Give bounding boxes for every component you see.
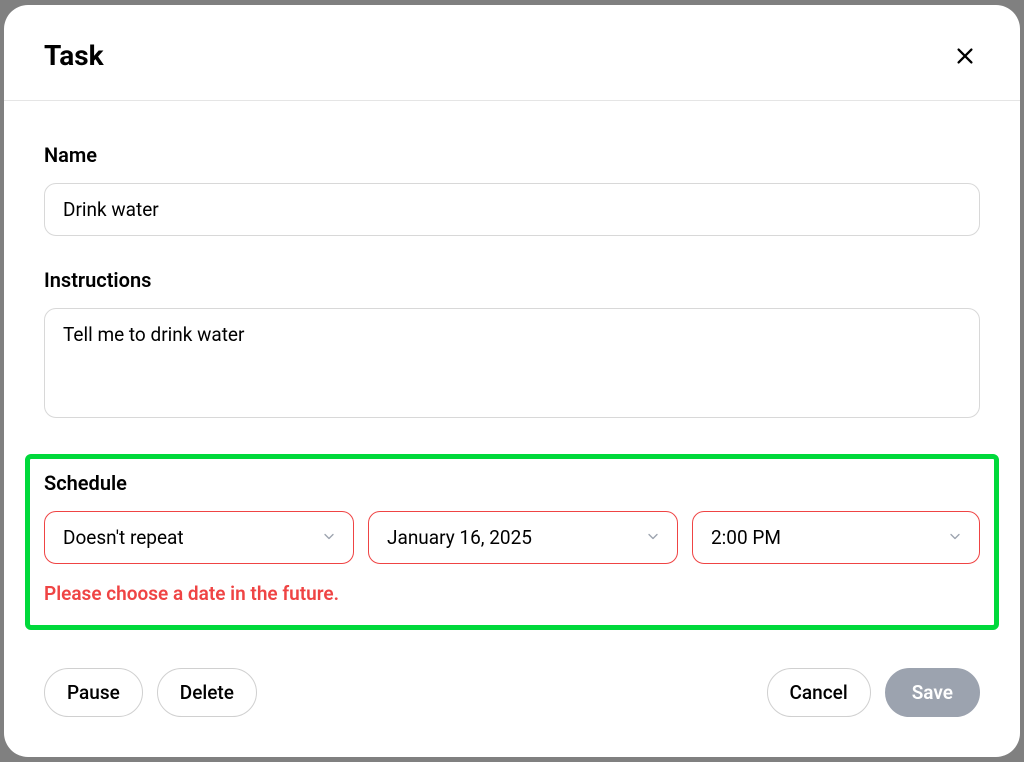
save-button[interactable]: Save [885,668,980,717]
delete-button[interactable]: Delete [157,668,257,717]
date-select-value: January 16, 2025 [387,526,532,549]
time-select[interactable]: 2:00 PM [692,511,980,564]
instructions-field-group: Instructions Tell me to drink water [44,268,980,422]
chevron-down-icon [645,526,661,549]
instructions-input[interactable]: Tell me to drink water [44,308,980,418]
schedule-row: Doesn't repeat January 16, 2025 2:00 PM [44,511,980,564]
schedule-error: Please choose a date in the future. [44,582,980,605]
name-input[interactable] [44,183,980,236]
name-field-group: Name [44,143,980,236]
name-label: Name [44,143,980,167]
repeat-select-value: Doesn't repeat [63,526,184,549]
date-select[interactable]: January 16, 2025 [368,511,678,564]
modal-footer: Pause Delete Cancel Save [4,644,1020,757]
chevron-down-icon [321,526,337,549]
close-button[interactable] [950,41,980,71]
task-modal: Task Name Instructions Tell me to drink … [4,5,1020,757]
modal-title: Task [44,39,104,72]
cancel-button[interactable]: Cancel [767,668,871,717]
time-select-value: 2:00 PM [711,526,781,549]
modal-body: Name Instructions Tell me to drink water… [4,101,1020,644]
chevron-down-icon [947,526,963,549]
repeat-select[interactable]: Doesn't repeat [44,511,354,564]
schedule-section: Schedule Doesn't repeat January 16, 2025… [25,454,999,630]
modal-header: Task [4,5,1020,101]
close-icon [954,45,976,67]
schedule-label: Schedule [44,471,980,495]
instructions-label: Instructions [44,268,980,292]
pause-button[interactable]: Pause [44,668,143,717]
